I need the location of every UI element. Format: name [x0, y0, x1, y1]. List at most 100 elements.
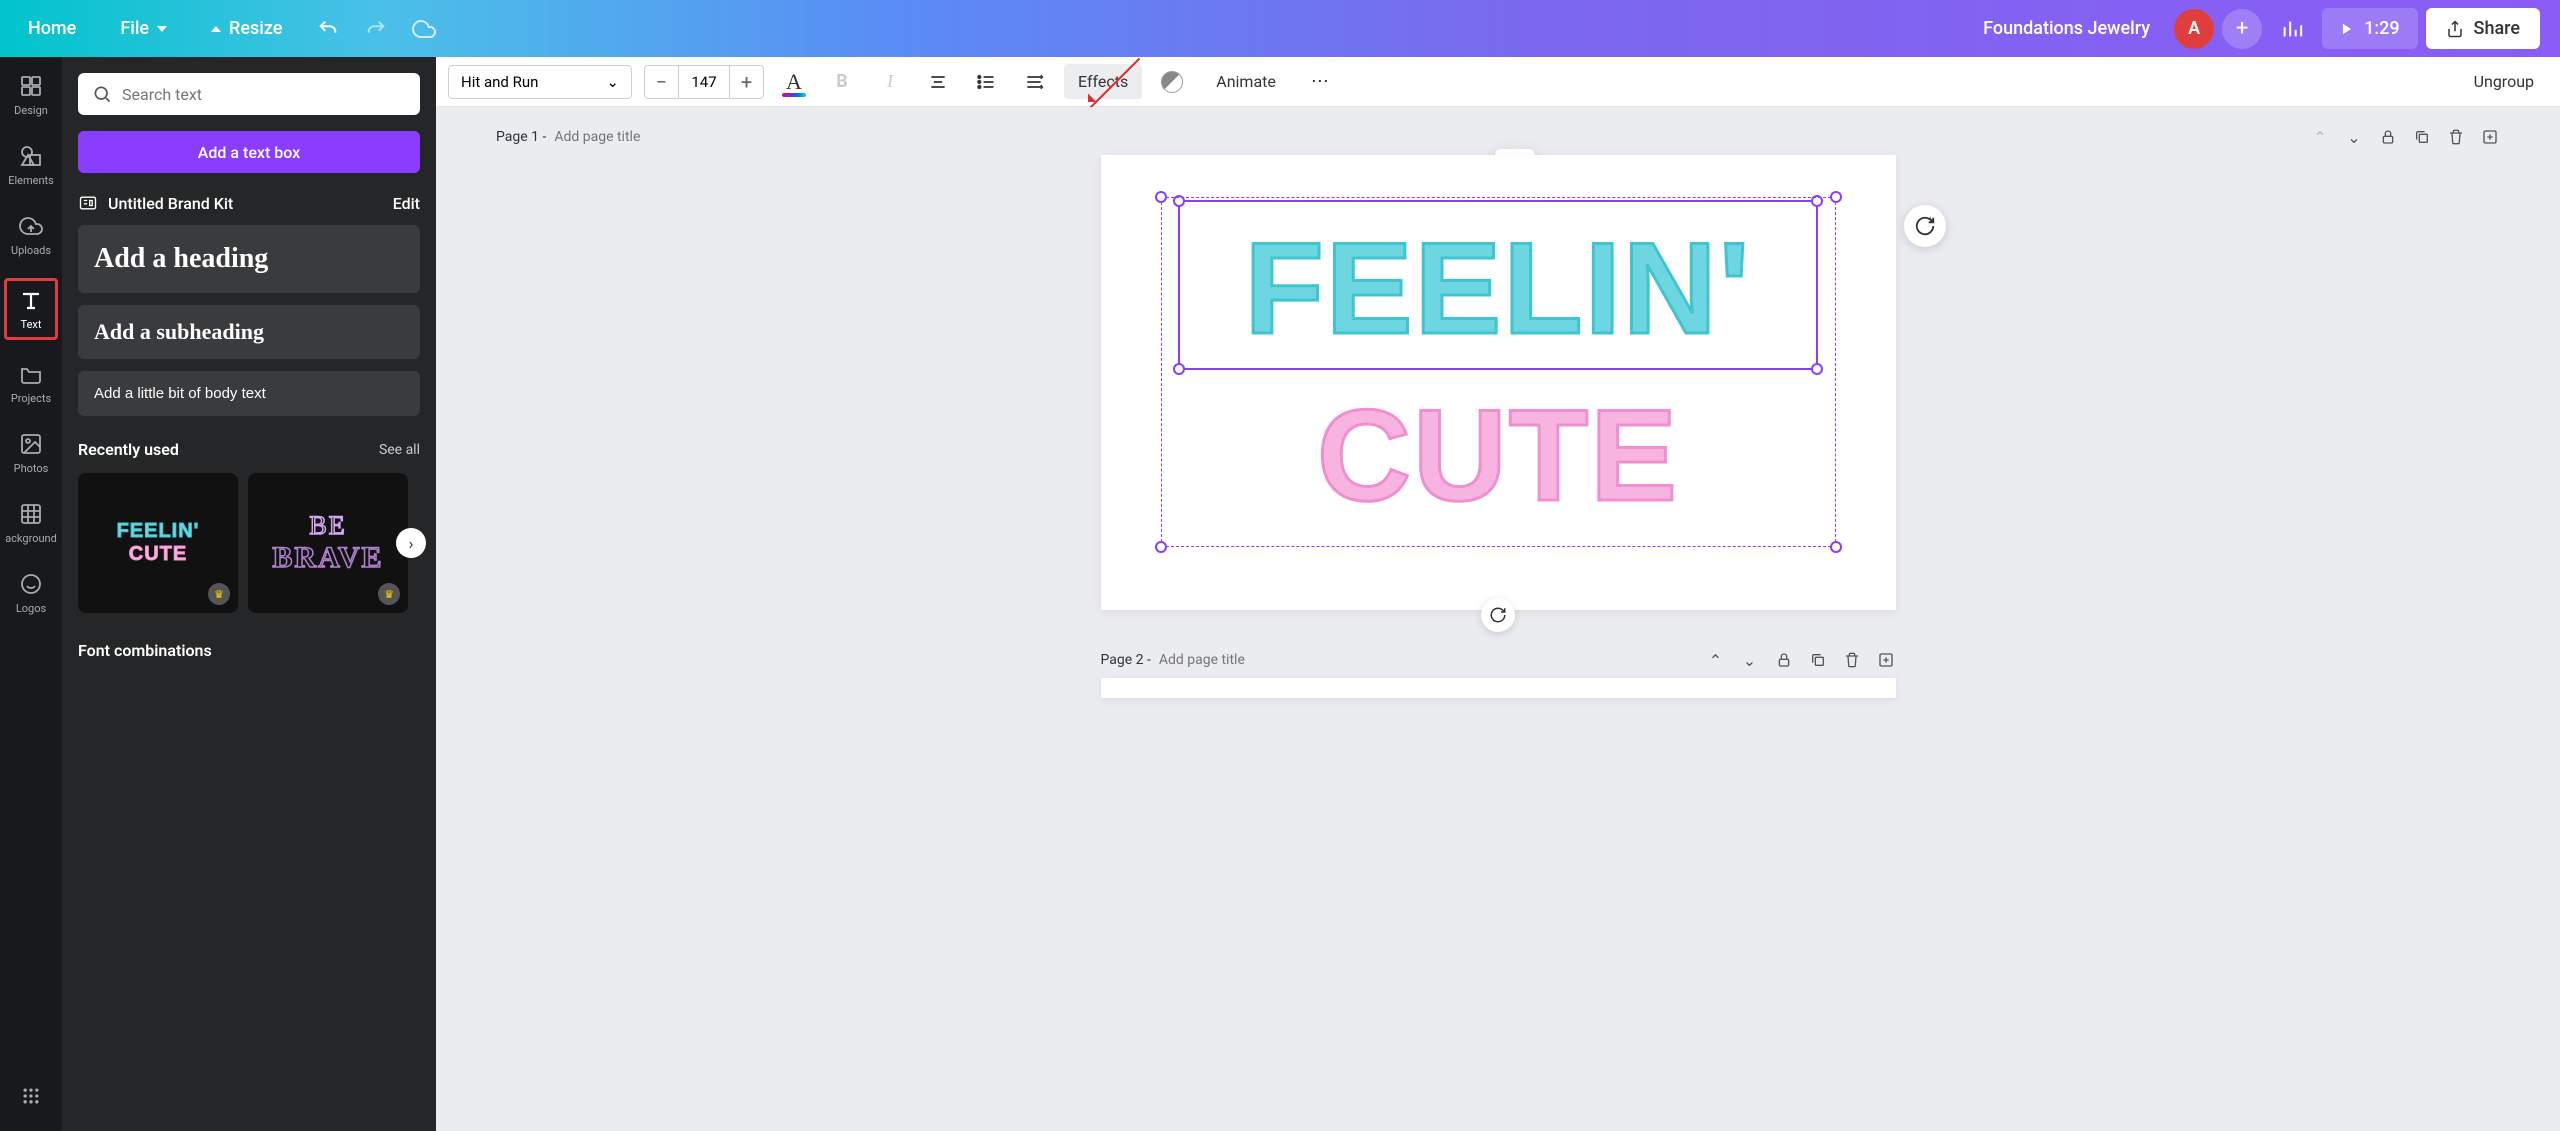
text-color-button[interactable]: A	[776, 64, 812, 100]
rail-design[interactable]: Design	[0, 71, 62, 119]
font-size-decrease[interactable]: −	[645, 66, 679, 98]
selection-box-group[interactable]	[1161, 197, 1836, 547]
canvas-page-2[interactable]	[1101, 678, 1896, 698]
undo-button[interactable]	[306, 7, 350, 51]
regenerate-fab[interactable]	[1904, 205, 1946, 247]
rail-apps[interactable]	[0, 1081, 62, 1111]
brand-icon	[78, 193, 98, 213]
recently-used-label: Recently used	[78, 440, 179, 459]
projects-icon	[18, 361, 44, 387]
page2-title-input[interactable]	[1159, 652, 1359, 668]
add-collaborator-button[interactable]: +	[2222, 9, 2262, 49]
rail-design-label: Design	[14, 104, 48, 117]
bold-button[interactable]: B	[824, 64, 860, 100]
rail-logos[interactable]: Logos	[0, 569, 62, 617]
add-page-button[interactable]	[2480, 127, 2500, 147]
resize-menu[interactable]: Resize	[191, 6, 302, 51]
group-handle-tl[interactable]	[1155, 191, 1167, 203]
header-right: Foundations Jewelry A + 1:29 Share	[1967, 7, 2552, 51]
search-input[interactable]	[122, 85, 406, 104]
more-options-button[interactable]: ⋯	[1302, 64, 1338, 100]
home-button[interactable]: Home	[8, 6, 96, 51]
rail-uploads[interactable]: Uploads	[0, 211, 62, 259]
italic-button[interactable]: I	[872, 64, 908, 100]
page-down-button[interactable]: ⌄	[2344, 127, 2364, 147]
page2-delete-button[interactable]	[1842, 650, 1862, 670]
group-handle-br[interactable]	[1830, 541, 1842, 553]
page2-lock-button[interactable]	[1774, 650, 1794, 670]
insights-button[interactable]	[2270, 7, 2314, 51]
ungroup-button[interactable]: Ungroup	[2460, 64, 2548, 99]
brand-kit-row: Untitled Brand Kit Edit	[78, 193, 420, 213]
rail-photos-label: Photos	[14, 462, 49, 475]
group-handle-bl[interactable]	[1155, 541, 1167, 553]
text-icon	[18, 287, 44, 313]
page2-add-button[interactable]	[1876, 650, 1896, 670]
see-all-recent[interactable]: See all	[379, 442, 420, 458]
recently-used-header: Recently used See all	[78, 440, 420, 459]
font-size-increase[interactable]: +	[729, 66, 763, 98]
background-icon	[18, 501, 44, 527]
add-heading-button[interactable]: Add a heading	[78, 225, 420, 293]
page2-down-button[interactable]: ⌄	[1740, 650, 1760, 670]
header-left: Home File Resize	[8, 6, 446, 51]
rail-background[interactable]: ackground	[0, 499, 62, 547]
rail-text-label: Text	[21, 318, 42, 331]
present-button[interactable]: 1:29	[2322, 8, 2417, 49]
brand-left: Untitled Brand Kit	[78, 193, 233, 213]
lock-button[interactable]	[2378, 127, 2398, 147]
design-icon	[18, 73, 44, 99]
document-name[interactable]: Foundations Jewelry	[1967, 10, 2166, 47]
font-combinations-label: Font combinations	[78, 641, 212, 660]
transparency-button[interactable]	[1154, 64, 1190, 100]
avatar[interactable]: A	[2174, 9, 2214, 49]
recent-template-2[interactable]: BE BRAVE ♛	[248, 473, 408, 613]
group-handle-tr[interactable]	[1830, 191, 1842, 203]
scroll-right-button[interactable]: ›	[396, 528, 426, 558]
sync-pages-button[interactable]	[1481, 598, 1515, 632]
rail-elements[interactable]: Elements	[0, 141, 62, 189]
font-combinations-header: Font combinations	[78, 641, 420, 660]
cloud-sync-button[interactable]	[402, 7, 446, 51]
list-button[interactable]	[968, 64, 1004, 100]
crown-icon: ♛	[378, 583, 400, 605]
page-up-button[interactable]: ⌃	[2310, 127, 2330, 147]
redo-button[interactable]	[354, 7, 398, 51]
animate-button[interactable]: Animate	[1202, 64, 1290, 99]
color-underline	[782, 93, 806, 97]
rail-logos-label: Logos	[16, 602, 46, 615]
edit-brand-link[interactable]: Edit	[393, 194, 420, 213]
canvas-page-1[interactable]: FEELIN' CUTE	[1101, 155, 1896, 610]
add-body-text-button[interactable]: Add a little bit of body text	[78, 371, 420, 416]
add-subheading-button[interactable]: Add a subheading	[78, 305, 420, 359]
rail-text[interactable]: Text	[4, 278, 58, 340]
photos-icon	[18, 431, 44, 457]
rail-projects[interactable]: Projects	[0, 359, 62, 407]
rail-photos[interactable]: Photos	[0, 429, 62, 477]
chevron-down-icon	[157, 26, 167, 37]
page2-header: Page 2 - ⌃ ⌄	[1101, 650, 1896, 670]
recent-template-1[interactable]: FEELIN' CUTE ♛	[78, 473, 238, 613]
share-label: Share	[2474, 18, 2520, 39]
duplicate-button[interactable]	[2412, 127, 2432, 147]
font-size-input[interactable]	[679, 66, 729, 98]
add-text-box-button[interactable]: Add a text box	[78, 131, 420, 173]
text-toolbar: Hit and Run ⌄ − + A B I Effects Animate …	[436, 57, 2560, 107]
resize-label: Resize	[229, 18, 282, 39]
left-rail: Design Elements Uploads Text Projects Ph…	[0, 57, 62, 1131]
delete-page-button[interactable]	[2446, 127, 2466, 147]
page1-actions: ⌃ ⌄	[2310, 127, 2500, 147]
share-button[interactable]: Share	[2426, 8, 2540, 49]
page1-title-input[interactable]	[554, 129, 754, 145]
uploads-icon	[18, 213, 44, 239]
logos-icon	[18, 571, 44, 597]
page2-up-button[interactable]: ⌃	[1706, 650, 1726, 670]
font-family-select[interactable]: Hit and Run ⌄	[448, 65, 632, 99]
spacing-button[interactable]	[1016, 64, 1052, 100]
page2-duplicate-button[interactable]	[1808, 650, 1828, 670]
play-icon	[2340, 22, 2354, 36]
file-menu[interactable]: File	[100, 6, 187, 51]
alignment-button[interactable]	[920, 64, 956, 100]
crown-icon: ♛	[208, 583, 230, 605]
canvas-area: Page 1 - ⌃ ⌄ Highlight the text you inte…	[436, 107, 2560, 1131]
